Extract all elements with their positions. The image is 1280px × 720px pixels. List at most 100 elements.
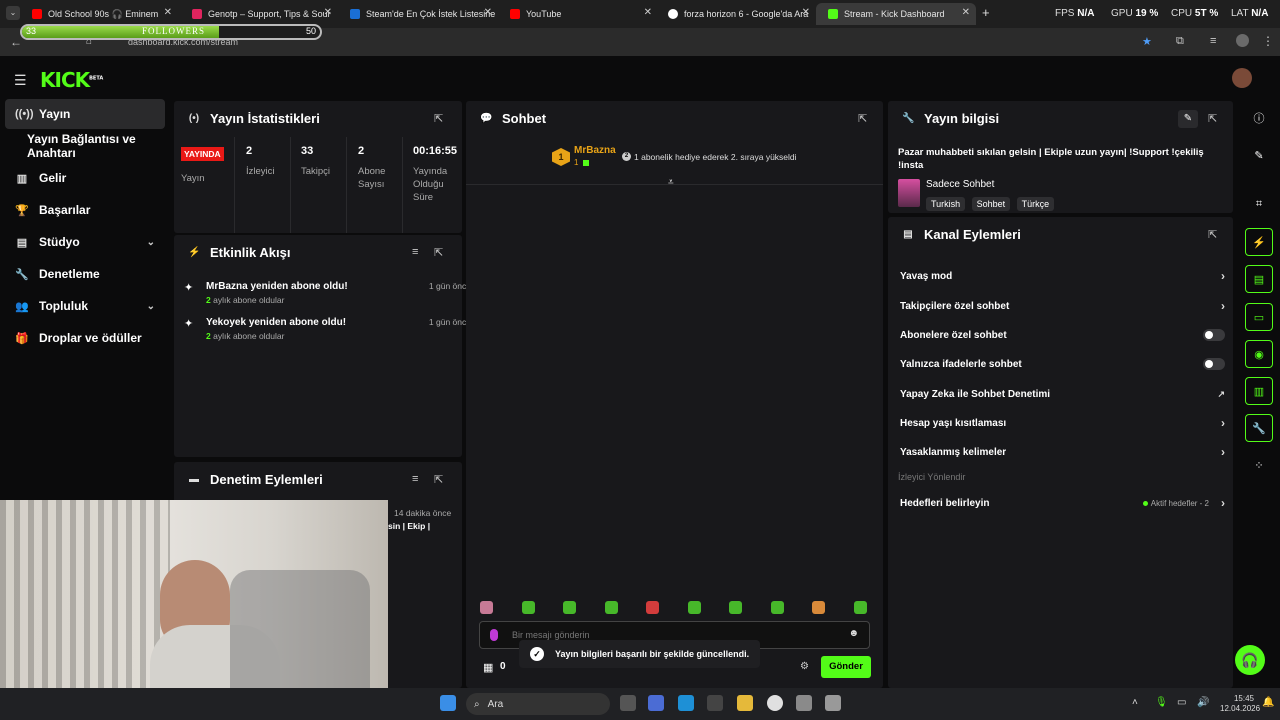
edge-icon[interactable] (678, 695, 694, 711)
wrench-icon[interactable]: 🔧 (1245, 414, 1273, 442)
filter-icon[interactable]: ≡ (412, 473, 418, 485)
popout-icon[interactable]: ⇱ (434, 112, 443, 125)
settings-gear-icon[interactable]: ⚙ (800, 661, 809, 672)
profile-avatar[interactable] (1236, 34, 1249, 47)
emote-icon[interactable] (522, 601, 535, 614)
windows-start-icon[interactable] (440, 695, 456, 711)
emote-icon[interactable] (480, 601, 493, 614)
hamburger-menu-icon[interactable]: ☰ (14, 72, 27, 89)
sidebar-item-basarilar[interactable]: 🏆 Başarılar (5, 195, 165, 225)
tab-5[interactable]: forza horizon 6 - Google'da Ara ✕ (656, 3, 816, 25)
action-followers-only[interactable]: Takipçilere özel sohbet › (900, 295, 1225, 317)
emote-icon[interactable] (563, 601, 576, 614)
emote-icon[interactable] (854, 601, 867, 614)
send-button[interactable]: Gönder (821, 656, 871, 678)
emote-icon[interactable] (688, 601, 701, 614)
popout-icon[interactable]: ⇱ (858, 112, 867, 125)
tab-3[interactable]: Steam'de En Çok İstek Listesine ✕ (338, 3, 498, 25)
close-icon[interactable]: ✕ (164, 7, 172, 18)
action-banned-words[interactable]: Yasaklanmış kelimeler › (900, 441, 1225, 463)
action-ai-moderation[interactable]: Yapay Zeka ile Sohbet Denetimi ↗ (900, 383, 1225, 405)
sidebar-item-stream-key[interactable]: Yayın Bağlantısı ve Anahtarı (5, 131, 175, 161)
action-account-age[interactable]: Hesap yaşı kısıtlaması › (900, 412, 1225, 434)
extensions-icon[interactable]: ⧉ (1176, 35, 1184, 48)
broadcast-icon[interactable]: ◉ (1245, 340, 1273, 368)
close-icon[interactable]: ✕ (802, 7, 810, 18)
popout-icon[interactable]: ⇱ (434, 246, 443, 259)
followers-current: 33 (26, 26, 37, 36)
new-tab-button[interactable]: + (982, 5, 990, 20)
document-icon[interactable]: ▤ (1245, 265, 1273, 293)
user-avatar[interactable] (1232, 68, 1252, 88)
chevron-right-icon: › (1221, 416, 1225, 430)
sidebar-item-denetleme[interactable]: 🔧 Denetleme (5, 259, 165, 289)
sidebar-item-topluluk[interactable]: 👥 Topluluk ⌄ (5, 291, 165, 321)
file-explorer-icon[interactable] (737, 695, 753, 711)
sidebar-item-studyo[interactable]: ▤ Stüdyo ⌄ (5, 227, 165, 257)
obs-icon[interactable] (707, 695, 723, 711)
kick-logo[interactable]: KICKBETA (40, 68, 103, 92)
tab-4[interactable]: YouTube ✕ (498, 3, 658, 25)
chat-username[interactable]: MrBazna (574, 145, 616, 156)
mic-icon[interactable] (490, 629, 498, 641)
tab-1[interactable]: Old School 90s 🎧 Eminem ✕ (20, 3, 178, 25)
moderation-snippet: sin | Ekip | (388, 521, 431, 531)
close-icon[interactable]: ✕ (962, 7, 970, 18)
volume-icon[interactable]: 🔊 (1197, 697, 1209, 708)
menu-icon[interactable]: ⋮ (1262, 34, 1274, 48)
action-set-goals[interactable]: Hedefleri belirleyin Aktif hedefler - 2 … (900, 492, 1225, 514)
tray-chevron-icon[interactable]: ˄ (1132, 697, 1138, 708)
playlist-icon[interactable]: ≡ (1210, 35, 1216, 47)
subs-value: 2 (358, 145, 365, 157)
close-icon[interactable]: ✕ (644, 7, 652, 18)
chrome-icon[interactable] (767, 695, 783, 711)
info-icon[interactable]: ⓘ (1245, 104, 1273, 132)
popout-icon[interactable]: ⇱ (1208, 228, 1217, 241)
popout-icon[interactable]: ⇱ (1208, 112, 1217, 125)
focus-icon[interactable]: ⌗ (1245, 190, 1273, 218)
apps-icon[interactable]: ⁘ (1245, 451, 1273, 479)
emotes-only-toggle[interactable] (1203, 358, 1225, 370)
emoji-icon[interactable]: ☻ (848, 628, 859, 639)
taskbar-search[interactable]: ⌕ Ara (466, 693, 610, 715)
calculator-icon[interactable] (825, 695, 841, 711)
tag: Sohbet (971, 197, 1011, 211)
mic-tray-icon[interactable]: 🎙 (1155, 697, 1168, 708)
tab-search-icon[interactable]: ⌄ (6, 6, 20, 20)
close-icon[interactable]: ✕ (484, 7, 492, 18)
popout-icon[interactable]: ⇱ (434, 473, 443, 486)
copilot-icon[interactable] (648, 695, 664, 711)
action-slow-mode[interactable]: Yavaş mod › (900, 265, 1225, 287)
chat-icon[interactable]: ▭ (1245, 303, 1273, 331)
close-icon[interactable]: ✕ (324, 7, 332, 18)
filter-icon[interactable]: ≡ (412, 246, 418, 258)
action-emotes-only[interactable]: Yalnızca ifadelerle sohbet (900, 353, 1225, 375)
edit-icon[interactable]: ✎ (1245, 141, 1273, 169)
emote-icon[interactable] (605, 601, 618, 614)
emote-icon[interactable] (729, 601, 742, 614)
action-subscribers-only[interactable]: Abonelere özel sohbet (900, 324, 1225, 346)
network-icon[interactable]: ▭ (1177, 697, 1186, 708)
sidebar-item-gelir[interactable]: ▥ Gelir (5, 163, 165, 193)
emote-icon[interactable] (646, 601, 659, 614)
subscribers-only-toggle[interactable] (1203, 329, 1225, 341)
sidebar-label: Yayın Bağlantısı ve Anahtarı (27, 132, 136, 160)
emote-icon[interactable] (812, 601, 825, 614)
app-icon[interactable] (796, 695, 812, 711)
store-icon[interactable]: ▦ (483, 661, 493, 674)
layout-icon[interactable]: ▥ (1245, 377, 1273, 405)
task-view-icon[interactable] (620, 695, 636, 711)
emote-icon[interactable] (771, 601, 784, 614)
back-icon[interactable]: ← (10, 35, 22, 49)
scroll-to-bottom-icon[interactable]: ⩡ (668, 177, 674, 188)
fps-value: N/A (1077, 8, 1095, 19)
sidebar-item-yayin[interactable]: ((•)) Yayın (5, 99, 165, 129)
clock[interactable]: 15:45 12.04.2026 (1220, 694, 1260, 714)
support-headset-icon[interactable]: 🎧 (1235, 645, 1265, 675)
tab-2[interactable]: Genotp – Support, Tips & Sour ✕ (180, 3, 338, 25)
lightning-icon[interactable]: ⚡ (1245, 228, 1273, 256)
edit-pencil-icon[interactable]: ✎ (1178, 110, 1198, 128)
notification-bell-icon[interactable]: 🔔 (1262, 697, 1274, 708)
sidebar-item-droplar[interactable]: 🎁 Droplar ve ödüller (5, 323, 165, 353)
tab-6-active[interactable]: Stream - Kick Dashboard ✕ (816, 3, 976, 25)
